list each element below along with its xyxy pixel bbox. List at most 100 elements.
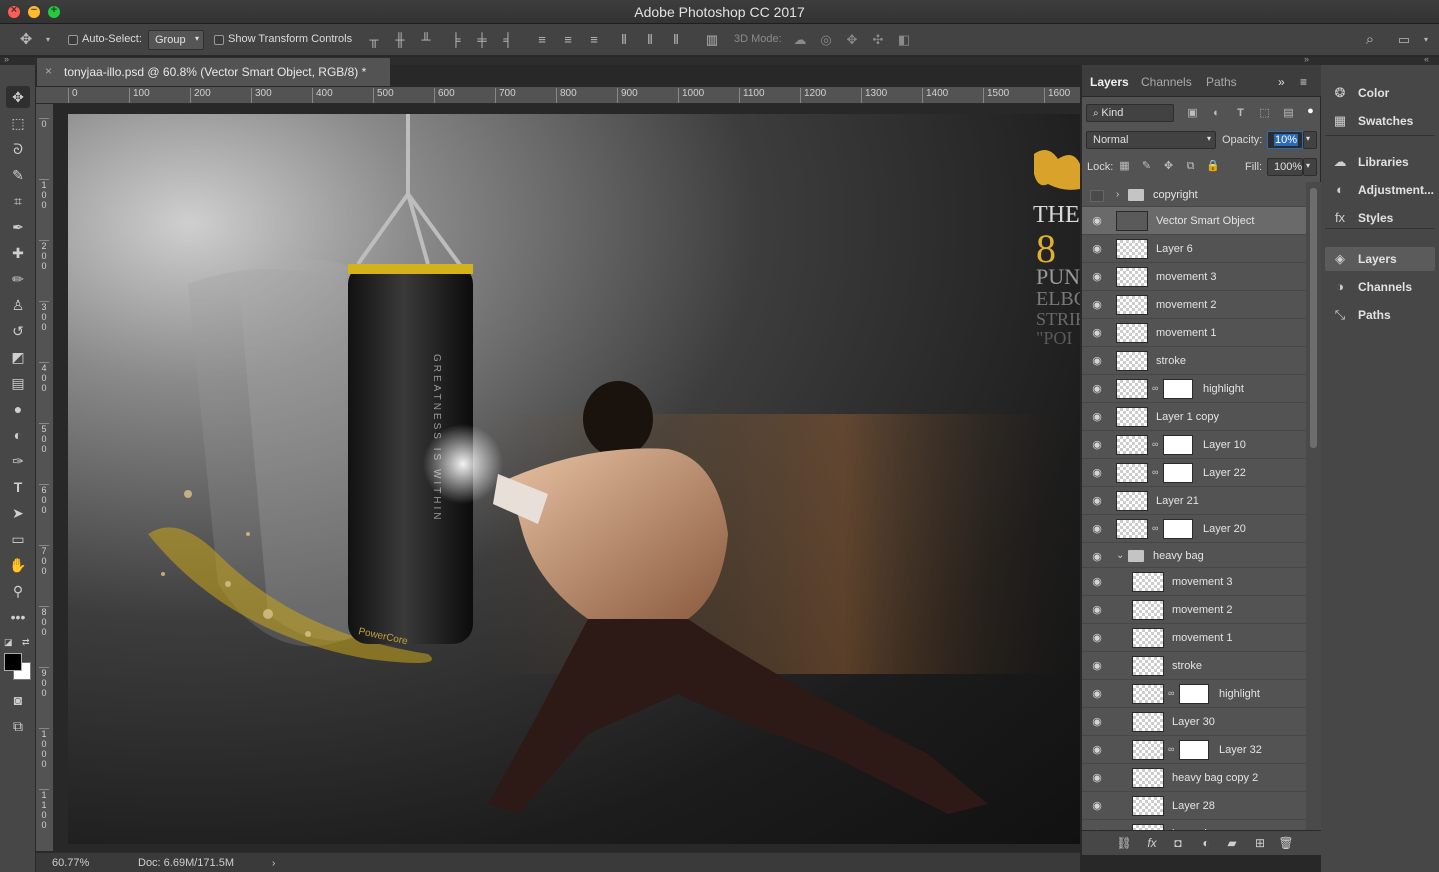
- eye-icon[interactable]: ◉: [1090, 660, 1104, 672]
- mask-link-icon[interactable]: ∞: [1152, 523, 1160, 535]
- eye-icon[interactable]: ◉: [1090, 355, 1104, 367]
- layer-row[interactable]: ◉ stroke: [1082, 652, 1306, 680]
- layer-thumbnail[interactable]: [1132, 572, 1164, 592]
- distribute-vcenter-icon[interactable]: ≡: [560, 32, 576, 48]
- move-tool-preset-icon[interactable]: ✥: [18, 32, 34, 48]
- expand-dock-icon[interactable]: «: [1424, 54, 1429, 64]
- layer-thumbnail[interactable]: [1132, 796, 1164, 816]
- layer-row[interactable]: ◉ movement 1: [1082, 319, 1306, 347]
- eye-icon[interactable]: ◉: [1090, 271, 1104, 283]
- tab-layers[interactable]: Layers: [1090, 75, 1129, 89]
- layer-thumbnail[interactable]: [1116, 519, 1148, 539]
- dock-item-adjustment[interactable]: ◐ Adjustment...: [1325, 178, 1435, 202]
- layer-mask-thumbnail[interactable]: [1179, 684, 1209, 704]
- crop-tool-icon[interactable]: ⌗: [6, 190, 30, 212]
- rectangle-tool-icon[interactable]: ▭: [6, 528, 30, 550]
- tab-channels[interactable]: Channels: [1141, 75, 1192, 89]
- filter-toggle-icon[interactable]: ●: [1304, 105, 1317, 118]
- distribute-left-icon[interactable]: ⫴: [616, 32, 632, 48]
- auto-select-checkbox[interactable]: [68, 35, 78, 45]
- add-mask-icon[interactable]: ◘: [1170, 836, 1186, 850]
- roll-3d-icon[interactable]: ◎: [818, 32, 834, 48]
- ruler-corner[interactable]: [36, 87, 64, 104]
- eye-icon[interactable]: ◉: [1090, 523, 1104, 535]
- eye-icon[interactable]: ◉: [1090, 299, 1104, 311]
- hidden-eye-icon[interactable]: [1090, 190, 1104, 202]
- layer-thumbnail[interactable]: [1132, 684, 1164, 704]
- eye-icon[interactable]: ◉: [1090, 800, 1104, 812]
- history-brush-tool-icon[interactable]: ↺: [6, 320, 30, 342]
- layer-mask-thumbnail[interactable]: [1163, 379, 1193, 399]
- lock-position-icon[interactable]: ✥: [1162, 160, 1175, 173]
- layer-mask-thumbnail[interactable]: [1163, 463, 1193, 483]
- layer-thumbnail[interactable]: [1132, 740, 1164, 760]
- eye-icon[interactable]: ◉: [1090, 439, 1104, 451]
- layer-row[interactable]: ◉ heavy bag copy 2: [1082, 764, 1306, 792]
- layer-row[interactable]: ◉ Layer 6: [1082, 235, 1306, 263]
- chevron-down-icon[interactable]: ⌄: [1116, 550, 1124, 561]
- layer-thumbnail[interactable]: [1116, 407, 1148, 427]
- blend-mode-dropdown[interactable]: Normal ▾: [1086, 131, 1216, 149]
- auto-align-icon[interactable]: ▥: [704, 32, 720, 48]
- dodge-tool-icon[interactable]: ◐: [6, 424, 30, 446]
- quick-mask-icon[interactable]: ◙: [6, 689, 30, 711]
- layer-thumbnail[interactable]: [1132, 656, 1164, 676]
- layer-thumbnail[interactable]: [1132, 600, 1164, 620]
- fill-input[interactable]: 100%: [1267, 158, 1303, 176]
- filter-type-icon[interactable]: T: [1234, 107, 1247, 120]
- trash-icon[interactable]: 🗑: [1278, 836, 1294, 850]
- type-tool-icon[interactable]: T: [6, 476, 30, 498]
- eyedropper-tool-icon[interactable]: ✒: [6, 216, 30, 238]
- panel-menu-icon[interactable]: ≡: [1300, 75, 1307, 89]
- layer-thumbnail[interactable]: [1132, 712, 1164, 732]
- filter-smart-object-icon[interactable]: ▤: [1282, 107, 1295, 120]
- layer-row[interactable]: ◉ movement 2: [1082, 291, 1306, 319]
- tab-paths[interactable]: Paths: [1206, 75, 1237, 89]
- orbit-3d-icon[interactable]: ☁: [792, 32, 808, 48]
- zoom-level[interactable]: 60.77%: [52, 857, 89, 869]
- layer-row[interactable]: ◉heavy bag: [1082, 820, 1306, 830]
- eye-icon[interactable]: ◉: [1090, 411, 1104, 423]
- filter-adjustment-icon[interactable]: ◐: [1210, 107, 1223, 120]
- layer-row[interactable]: ◉ ∞ Layer 32: [1082, 736, 1306, 764]
- layers-scrollbar-thumb[interactable]: [1310, 188, 1317, 448]
- layer-row[interactable]: ◉ movement 1: [1082, 624, 1306, 652]
- new-group-icon[interactable]: ▰: [1224, 836, 1240, 850]
- gradient-tool-icon[interactable]: ▤: [6, 372, 30, 394]
- layer-row[interactable]: ◉ stroke: [1082, 347, 1306, 375]
- layer-thumbnail[interactable]: [1116, 463, 1148, 483]
- layer-mask-thumbnail[interactable]: [1163, 435, 1193, 455]
- collapse-panels-icon[interactable]: »: [1304, 54, 1309, 64]
- fill-slider-toggle[interactable]: ▾: [1303, 158, 1317, 176]
- layer-row[interactable]: ◉ movement 3: [1082, 568, 1306, 596]
- align-left-icon[interactable]: ╞: [448, 32, 464, 48]
- opacity-input[interactable]: 10%: [1267, 131, 1303, 149]
- layer-row[interactable]: ◉ Layer 30: [1082, 708, 1306, 736]
- dock-item-color[interactable]: ❂ Color: [1325, 81, 1435, 105]
- mask-link-icon[interactable]: ∞: [1152, 383, 1160, 395]
- eye-icon[interactable]: ◉: [1090, 215, 1104, 227]
- dock-item-libraries[interactable]: ☁ Libraries: [1325, 150, 1435, 174]
- lock-transparent-icon[interactable]: ▦: [1118, 160, 1131, 173]
- eye-icon[interactable]: ◉: [1090, 243, 1104, 255]
- eraser-tool-icon[interactable]: ◩: [6, 346, 30, 368]
- mask-link-icon[interactable]: ∞: [1152, 439, 1160, 451]
- clone-stamp-tool-icon[interactable]: ♙: [6, 294, 30, 316]
- marquee-tool-icon[interactable]: ⬚: [6, 112, 30, 134]
- close-document-icon[interactable]: ×: [45, 64, 52, 78]
- filter-pixel-icon[interactable]: ▣: [1186, 107, 1199, 120]
- lock-artboard-icon[interactable]: ⧉: [1184, 160, 1197, 173]
- layer-thumbnail[interactable]: [1132, 768, 1164, 788]
- lasso-tool-icon[interactable]: ᘐ: [6, 138, 30, 160]
- screen-mode-icon[interactable]: ⧉: [6, 715, 30, 737]
- blur-tool-icon[interactable]: ●: [6, 398, 30, 420]
- default-colors-icon[interactable]: ◪: [4, 637, 13, 648]
- eye-icon[interactable]: ◉: [1090, 495, 1104, 507]
- chevron-down-icon[interactable]: ▾: [40, 32, 56, 48]
- eye-icon[interactable]: ◉: [1090, 772, 1104, 784]
- link-layers-icon[interactable]: ⛓: [1116, 836, 1132, 850]
- dock-item-channels[interactable]: ◑ Channels: [1325, 275, 1435, 299]
- eye-icon[interactable]: ◉: [1090, 327, 1104, 339]
- workspace-icon[interactable]: ▭: [1396, 32, 1412, 48]
- move-tool-icon[interactable]: ✥: [6, 86, 30, 108]
